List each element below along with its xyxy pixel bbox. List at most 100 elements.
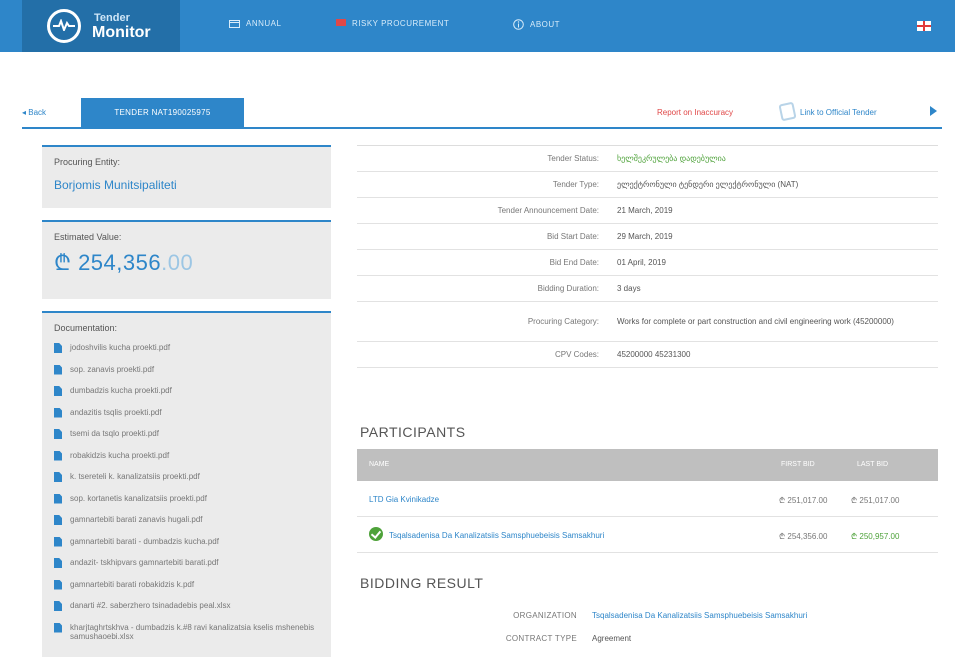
document-link[interactable]: dumbadzis kucha proekti.pdf <box>54 386 324 408</box>
document-link[interactable]: tsemi da tsqlo proekti.pdf <box>54 429 324 451</box>
document-name: andazitis tsqlis proekti.pdf <box>70 407 162 417</box>
file-icon <box>54 515 62 525</box>
detail-value: 29 March, 2019 <box>617 231 673 241</box>
file-icon <box>54 622 62 633</box>
organization-link[interactable]: Tsqalsadenisa Da Kanalizatsiis Samsphueb… <box>592 611 807 620</box>
calendar-icon <box>229 20 240 28</box>
report-inaccuracy-link[interactable]: Report on Inaccuracy <box>657 108 733 117</box>
document-link[interactable]: andazit- tskhipvars gamnartebiti barati.… <box>54 558 324 580</box>
nav-risky-label: RISKY PROCUREMENT <box>352 19 450 28</box>
document-link[interactable]: kharjtaghrtskhva - dumbadzis k.#8 ravi k… <box>54 622 324 651</box>
estimated-value-amount: ₾ 254,356.00 <box>54 247 193 277</box>
last-bid-value: ₾ 250,957.00 <box>851 532 900 541</box>
col-first-bid: FIRST BID <box>781 461 815 468</box>
detail-key: Bid Start Date: <box>546 232 599 241</box>
document-link[interactable]: sop. kortanetis kanalizatsiis proekti.pd… <box>54 493 324 516</box>
estimated-value-label: Estimated Value: <box>54 232 122 242</box>
file-icon <box>54 579 62 590</box>
file-icon <box>54 558 62 568</box>
detail-key: Tender Announcement Date: <box>497 206 599 215</box>
english-flag-icon[interactable] <box>917 21 931 31</box>
detail-row-bid-start: Bid Start Date: 29 March, 2019 <box>357 224 938 250</box>
nav-about-label: ABOUT <box>530 20 561 29</box>
document-name: tsemi da tsqlo proekti.pdf <box>70 429 159 438</box>
document-link[interactable]: jodoshvilis kucha proekti.pdf <box>54 343 324 365</box>
bidding-result-title: BIDDING RESULT <box>360 575 484 591</box>
document-name: gamnartebiti barati - dumbadzis kucha.pd… <box>70 536 219 546</box>
detail-key: Bidding Duration: <box>537 284 599 293</box>
arrow-right-icon[interactable] <box>930 106 937 116</box>
nav-annual-label: ANNUAL <box>246 19 282 28</box>
document-link[interactable]: gamnartebiti barati zanavis hugali.pdf <box>54 515 324 537</box>
detail-key: Tender Type: <box>552 180 599 189</box>
document-link[interactable]: gamnartebiti barati - dumbadzis kucha.pd… <box>54 536 324 559</box>
winner-check-icon <box>369 527 383 541</box>
document-name: gamnartebiti barati zanavis hugali.pdf <box>70 515 203 524</box>
brand-name-line2: Monitor <box>92 24 151 41</box>
detail-row-type: Tender Type: ელექტრონული ტენდერი ელექტრონ… <box>357 172 938 198</box>
detail-key: Procuring Category: <box>527 317 599 326</box>
brand-name-line1: Tender <box>94 12 130 24</box>
detail-key: CPV Codes: <box>554 350 599 359</box>
official-tender-link[interactable]: Link to Official Tender <box>800 108 877 117</box>
document-link-icon <box>778 101 797 122</box>
document-name: sop. zanavis proekti.pdf <box>70 364 155 374</box>
col-last-bid: LAST BID <box>857 461 888 468</box>
document-link[interactable]: k. tsereteli k. kanalizatsiis proekti.pd… <box>54 472 324 494</box>
back-label: Back <box>28 108 47 117</box>
participants-title: PARTICIPANTS <box>360 424 466 440</box>
file-icon <box>54 364 62 375</box>
file-icon <box>54 536 62 547</box>
document-name: robakidzis kucha proekti.pdf <box>70 450 170 460</box>
first-bid-value: ₾ 251,017.00 <box>779 496 828 505</box>
participant-name-link[interactable]: LTD Gia Kvinikadze <box>369 495 439 504</box>
participants-table-header: NAME FIRST BID LAST BID <box>357 449 938 481</box>
document-name: gamnartebiti barati robakidzis k.pdf <box>70 579 195 589</box>
document-link[interactable]: danarti #2. saberzhero tsinadadebis peal… <box>54 601 324 623</box>
detail-row-status: Tender Status: ხელშეკრულება დადებულია <box>357 146 938 172</box>
bidding-key: ORGANIZATION <box>513 611 577 620</box>
document-link[interactable]: andazitis tsqlis proekti.pdf <box>54 407 324 430</box>
nav-risky-procurement[interactable]: RISKY PROCUREMENT <box>336 19 449 28</box>
nav-about[interactable]: ABOUT <box>513 19 560 30</box>
document-link[interactable]: robakidzis kucha proekti.pdf <box>54 450 324 473</box>
document-name: k. tsereteli k. kanalizatsiis proekti.pd… <box>70 472 200 481</box>
detail-value: Works for complete or part construction … <box>617 316 894 326</box>
file-icon <box>54 450 62 461</box>
document-link[interactable]: gamnartebiti barati robakidzis k.pdf <box>54 579 324 602</box>
detail-value: ელექტრონული ტენდერი ელექტრონული (NAT) <box>617 179 799 189</box>
tender-id-tab[interactable]: TENDER NAT190025975 <box>81 98 244 127</box>
documentation-label: Documentation: <box>54 323 118 333</box>
detail-row-duration: Bidding Duration: 3 days <box>357 276 938 302</box>
back-link[interactable]: ◂ Back <box>22 108 46 117</box>
file-icon <box>54 429 62 439</box>
participant-name-link[interactable]: Tsqalsadenisa Da Kanalizatsiis Samsphueb… <box>389 531 604 540</box>
contract-type-value: Agreement <box>592 634 632 643</box>
detail-row-announcement: Tender Announcement Date: 21 March, 2019 <box>357 198 938 224</box>
estimated-value-cents: .00 <box>161 250 194 275</box>
subheader-divider <box>22 127 942 129</box>
info-icon <box>513 19 524 30</box>
top-navigation-bar: Tender Monitor ANNUAL RISKY PROCUREMENT … <box>0 0 955 52</box>
file-icon <box>54 601 62 611</box>
detail-value: 01 April, 2019 <box>617 257 666 267</box>
estimated-value-panel: Estimated Value: ₾ 254,356.00 <box>42 220 331 299</box>
documentation-panel: Documentation: jodoshvilis kucha proekti… <box>42 311 331 657</box>
nav-annual[interactable]: ANNUAL <box>229 19 281 28</box>
procuring-entity-label: Procuring Entity: <box>54 157 121 167</box>
detail-value: 45200000 45231300 <box>617 349 691 359</box>
detail-value: 3 days <box>617 283 641 293</box>
warning-flag-icon <box>336 19 346 26</box>
document-name: andazit- tskhipvars gamnartebiti barati.… <box>70 558 219 567</box>
document-link[interactable]: sop. zanavis proekti.pdf <box>54 364 324 387</box>
tender-details-table: Tender Status: ხელშეკრულება დადებულია Ten… <box>357 145 938 368</box>
last-bid-value: ₾ 251,017.00 <box>851 496 900 505</box>
detail-value: ხელშეკრულება დადებულია <box>617 153 726 163</box>
brand-logo[interactable]: Tender Monitor <box>22 0 180 52</box>
first-bid-value: ₾ 254,356.00 <box>779 532 828 541</box>
document-name: dumbadzis kucha proekti.pdf <box>70 386 172 395</box>
monitor-heartbeat-icon <box>47 9 81 43</box>
document-list: jodoshvilis kucha proekti.pdf sop. zanav… <box>54 343 324 651</box>
participant-row: LTD Gia Kvinikadze ₾ 251,017.00 ₾ 251,01… <box>357 481 938 517</box>
detail-row-bid-end: Bid End Date: 01 April, 2019 <box>357 250 938 276</box>
